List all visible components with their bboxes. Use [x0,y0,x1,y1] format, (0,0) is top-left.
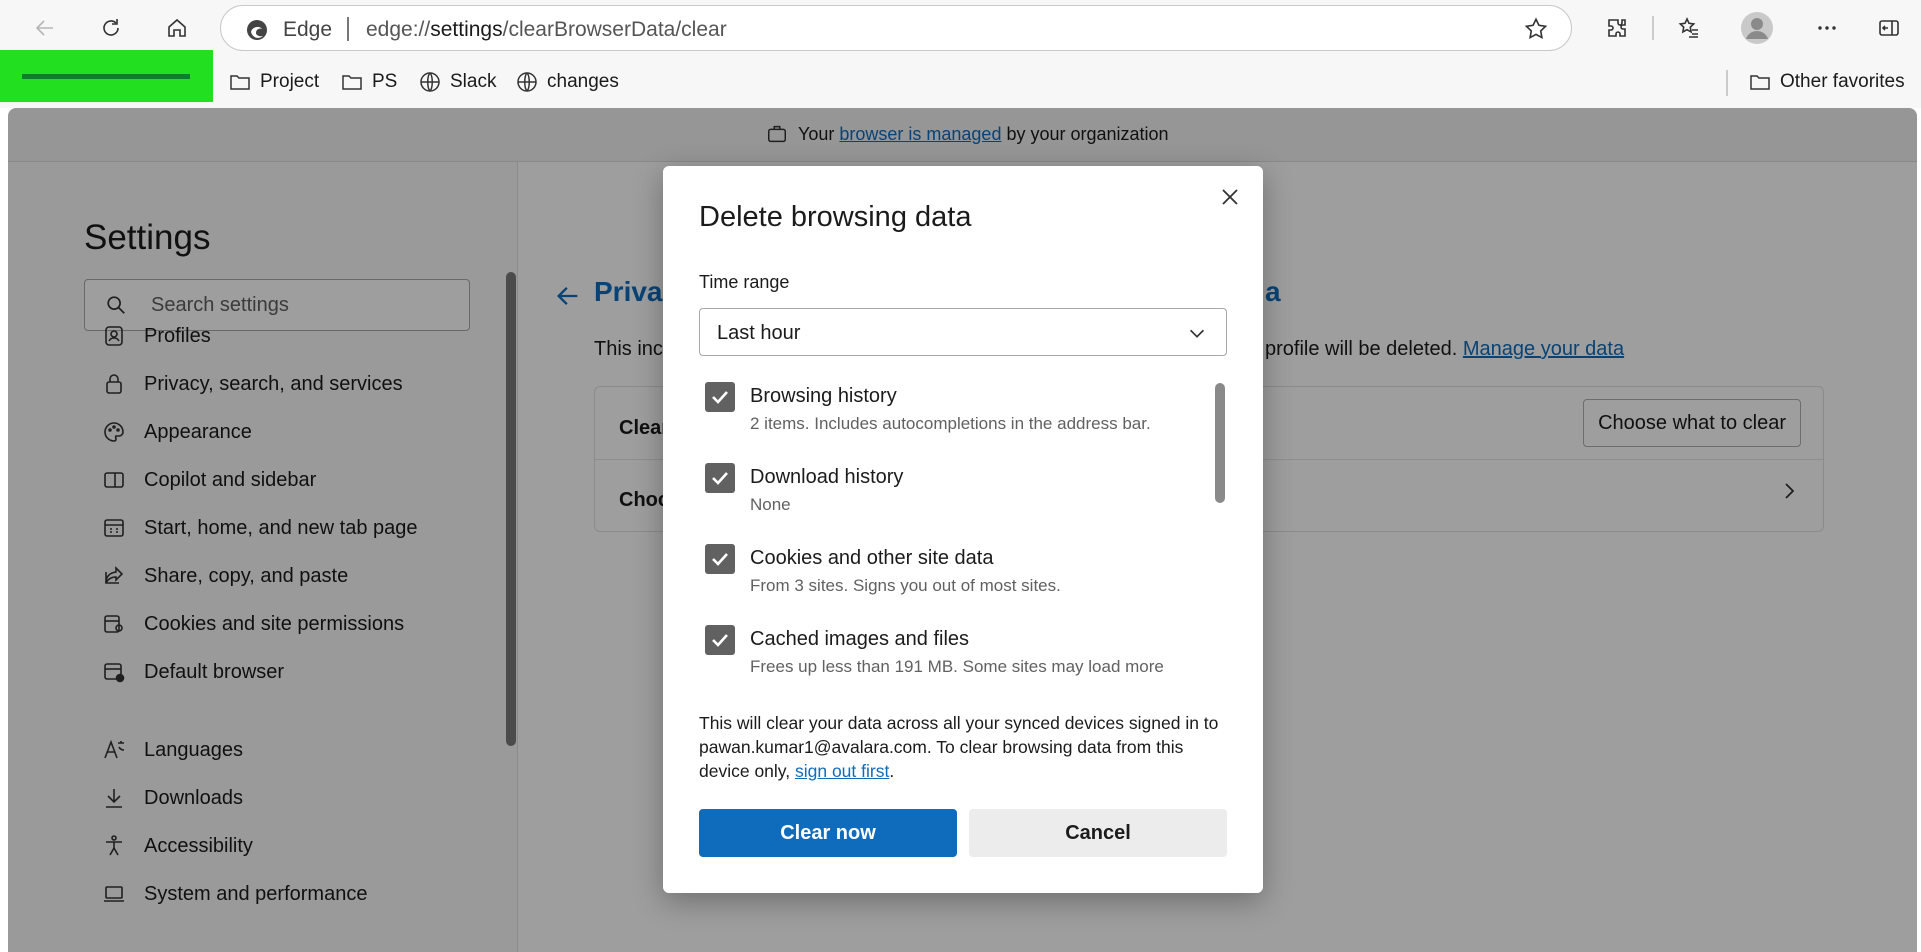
back-button[interactable] [29,12,61,44]
option-cookies[interactable]: Cookies and other site data From 3 sites… [699,544,1199,614]
option-title: Cached images and files [750,628,970,650]
more-button[interactable] [1811,12,1843,44]
checkmark-icon [712,553,728,566]
delete-browsing-data-dialog: Delete browsing data Time range Last hou… [663,166,1263,893]
option-title: Cookies and other site data [750,547,994,569]
favorite-changes[interactable]: changes [515,68,619,96]
edge-logo-icon [247,20,267,40]
chevron-down-icon [1189,329,1205,338]
globe-icon [517,72,537,92]
close-icon [1222,189,1238,205]
globe-icon [420,72,440,92]
favorites-icon [1678,17,1698,38]
cookies-checkbox[interactable] [705,544,735,574]
home-icon [168,18,186,37]
checkmark-icon [712,634,728,647]
profile-button[interactable] [1741,12,1773,44]
toolbar-separator [1652,16,1654,40]
favorites-button[interactable] [1673,12,1705,44]
home-button[interactable] [161,12,193,44]
browsing-history-checkbox[interactable] [705,382,735,412]
favorite-project[interactable]: Project [228,68,319,96]
option-subtitle: Frees up less than 191 MB. Some sites ma… [750,657,1164,676]
url-path: /clearBrowserData/clear [502,18,727,41]
sign-out-first-link[interactable]: sign out first [795,761,889,781]
sync-note: This will clear your data across all you… [699,711,1227,783]
address-bar[interactable]: Edge edge://settings/clearBrowserData/cl… [220,5,1572,51]
address-separator [347,17,349,41]
time-range-select[interactable]: Last hour [699,308,1227,356]
folder-icon [342,75,362,90]
folder-icon [230,75,250,90]
other-favorites[interactable]: Other favorites [1748,68,1905,96]
cancel-button[interactable]: Cancel [969,809,1227,857]
ellipsis-icon [1818,26,1836,30]
time-range-value: Last hour [717,322,801,344]
option-browsing-history[interactable]: Browsing history 2 items. Includes autoc… [699,382,1199,452]
sync-note-end: . [889,761,895,781]
clear-now-button[interactable]: Clear now [699,809,957,857]
cached-images-checkbox[interactable] [705,625,735,655]
url-text[interactable]: edge://settings/clearBrowserData/clear [366,18,727,42]
avatar-icon [1741,12,1773,44]
option-subtitle: None [750,495,791,514]
option-subtitle: 2 items. Includes autocompletions in the… [750,414,1151,433]
option-cached-images[interactable]: Cached images and files Frees up less th… [699,625,1199,692]
favorites-bar: Project PS Slack changes Other favorites [0,50,1921,108]
data-options-list: Browsing history 2 items. Includes autoc… [699,382,1227,692]
sidebar-toggle-button[interactable] [1873,12,1905,44]
favorite-ps[interactable]: PS [340,68,397,96]
star-icon[interactable] [1523,16,1549,42]
browser-toolbar: Edge edge://settings/clearBrowserData/cl… [0,0,1921,56]
favorites-separator [1726,70,1728,96]
close-dialog-button[interactable] [1213,180,1247,214]
checkmark-icon [712,472,728,485]
download-history-checkbox[interactable] [705,463,735,493]
url-prefix: edge:// [366,18,431,41]
refresh-button[interactable] [95,12,127,44]
option-download-history[interactable]: Download history None [699,463,1199,533]
favorite-slack[interactable]: Slack [418,68,496,96]
green-marker-line [22,74,190,79]
favorite-label: Project [260,71,320,92]
green-marker-block [0,50,213,102]
favorite-label: Slack [450,71,497,92]
option-title: Browsing history [750,385,897,407]
refresh-icon [103,19,119,36]
option-title: Download history [750,466,904,488]
extensions-button[interactable] [1601,12,1633,44]
favorite-label: PS [372,71,398,92]
options-scrollbar[interactable] [1215,383,1225,503]
time-range-label: Time range [699,272,790,292]
sidebar-icon [1879,20,1899,36]
option-subtitle: From 3 sites. Signs you out of most site… [750,576,1061,595]
puzzle-icon [1608,19,1626,37]
edge-label: Edge [283,18,333,41]
sync-note-text: This will clear your data across all you… [699,713,1219,781]
back-arrow-icon [35,20,53,36]
folder-icon [1750,75,1770,90]
favorite-label: changes [547,71,619,92]
other-favorites-label: Other favorites [1780,71,1905,92]
checkmark-icon [712,391,728,404]
url-host: settings [430,18,503,41]
dialog-title: Delete browsing data [699,201,972,233]
